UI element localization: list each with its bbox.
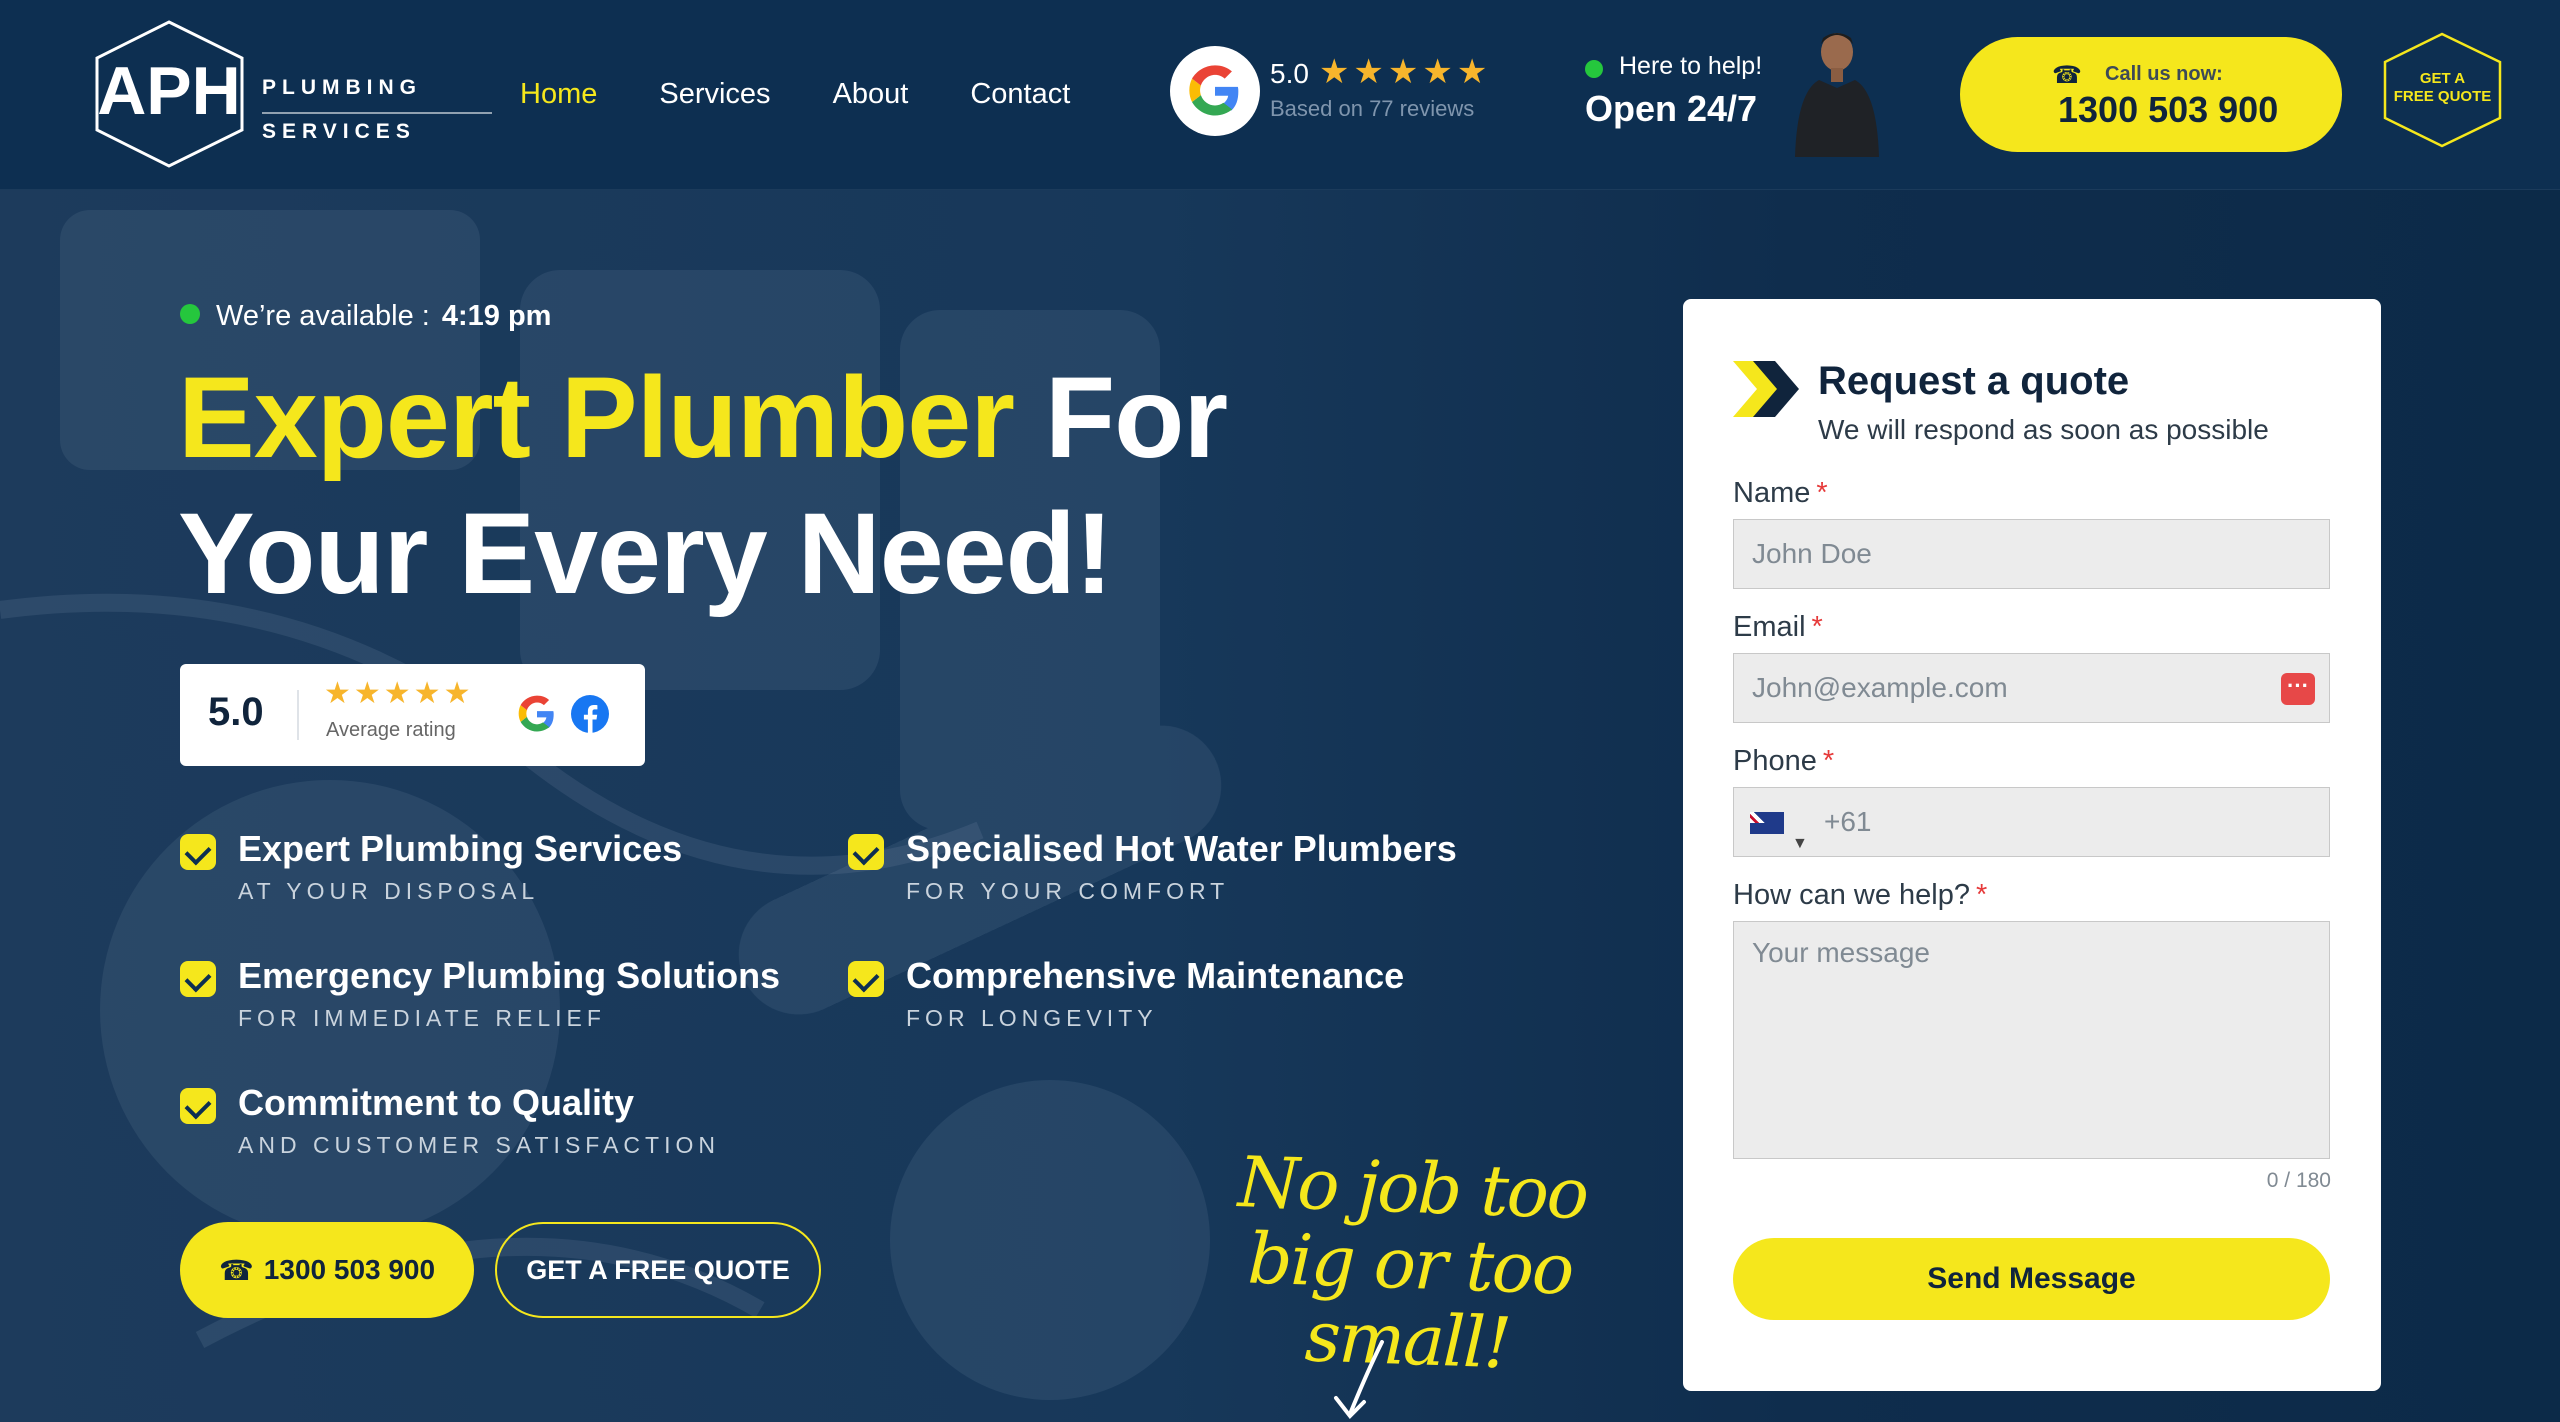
site-header: APH PLUMBING SERVICES Home Services Abou… xyxy=(0,0,2560,190)
google-rating: 5.0 ★★★★★ xyxy=(1270,52,1491,92)
checkbox-icon xyxy=(180,834,216,870)
availability-label: We’re available : xyxy=(216,300,430,332)
logo-divider xyxy=(262,112,492,114)
logo-hexagon: APH xyxy=(95,20,244,168)
form-subtitle: We will respond as soon as possible xyxy=(1818,414,2269,445)
free-quote-text: GET A FREE QUOTE xyxy=(2380,70,2505,106)
star-icons: ★★★★★ xyxy=(1318,53,1492,91)
call-number: 1300 503 900 xyxy=(2058,89,2279,130)
phone-label: Phone * xyxy=(1733,745,1835,777)
google-score: 5.0 xyxy=(1270,58,1309,89)
online-dot xyxy=(180,304,200,325)
hero-call-button[interactable]: ☎ 1300 503 900 xyxy=(180,1222,474,1318)
feature-subtitle: AND CUSTOMER SATISFACTION xyxy=(238,1132,720,1158)
call-label: Call us now: xyxy=(2105,63,2223,85)
headline-highlight: Expert Plumber xyxy=(178,354,1015,482)
nav-about[interactable]: About xyxy=(833,72,909,116)
logo-wordmark: PLUMBING SERVICES xyxy=(262,66,422,154)
checkbox-icon xyxy=(848,834,884,870)
feature-title: Commitment to Quality xyxy=(238,1082,635,1123)
free-quote-line1: GET A xyxy=(2419,70,2466,87)
main-nav: Home Services About Contact xyxy=(520,72,1070,116)
logo-line1: PLUMBING xyxy=(262,76,422,99)
rating-divider xyxy=(297,690,299,740)
phone-field[interactable]: ▼ +61 xyxy=(1733,787,2330,857)
logo[interactable]: APH PLUMBING SERVICES xyxy=(92,18,492,170)
phone-country-code: +61 xyxy=(1824,806,1872,837)
free-quote-line2: FREE QUOTE xyxy=(2393,88,2492,105)
hero-quote-button[interactable]: GET A FREE QUOTE xyxy=(495,1222,821,1318)
email-label: Email * xyxy=(1733,611,1823,643)
checkbox-icon xyxy=(848,961,884,997)
google-icon[interactable] xyxy=(517,694,557,734)
name-field[interactable]: John Doe xyxy=(1733,519,2330,589)
feature-title: Comprehensive Maintenance xyxy=(906,955,1405,996)
headline-part1: For xyxy=(1013,354,1228,482)
google-badge[interactable] xyxy=(1170,46,1260,136)
checkbox-icon xyxy=(180,961,216,997)
help-hours: Open 24/7 xyxy=(1585,88,1758,129)
availability-time: 4:19 pm xyxy=(441,300,552,332)
availability-status: We’re available : 4:19 pm xyxy=(180,300,551,333)
feature-title: Specialised Hot Water Plumbers xyxy=(906,828,1457,869)
hero-headline: Expert Plumber For Your Every Need! xyxy=(178,350,1228,622)
australia-flag-icon[interactable] xyxy=(1750,812,1784,834)
handwritten-tagline: No job too big or too small! xyxy=(1176,1141,1644,1386)
chevron-right-icon xyxy=(1733,361,1799,417)
rating-card: 5.0 ★★★★★ Average rating xyxy=(180,664,645,766)
nav-contact[interactable]: Contact xyxy=(970,72,1070,116)
feature-subtitle: FOR YOUR COMFORT xyxy=(906,878,1230,904)
checkbox-icon xyxy=(180,1088,216,1124)
name-label: Name * xyxy=(1733,477,1828,509)
plumber-avatar xyxy=(1795,33,1879,157)
online-dot xyxy=(1585,60,1603,78)
facebook-icon[interactable] xyxy=(571,695,609,733)
message-textarea[interactable]: Your message xyxy=(1733,921,2330,1159)
message-label: How can we help? * xyxy=(1733,879,1988,911)
send-message-button[interactable]: Send Message xyxy=(1733,1238,2330,1320)
arrow-down-icon xyxy=(1334,1340,1384,1420)
headline-part2: Your Every Need! xyxy=(178,490,1113,618)
google-review-count: Based on 77 reviews xyxy=(1270,96,1475,121)
tagline-line2: big or too small! xyxy=(1246,1217,1574,1385)
rating-score: 5.0 xyxy=(208,690,264,734)
feature-title: Emergency Plumbing Solutions xyxy=(238,955,781,996)
char-counter: 0 / 180 xyxy=(2266,1169,2331,1192)
password-manager-icon[interactable]: ··· xyxy=(2281,673,2315,705)
nav-services[interactable]: Services xyxy=(659,72,770,116)
star-icons: ★★★★★ xyxy=(324,677,474,710)
feature-subtitle: FOR LONGEVITY xyxy=(906,1005,1158,1031)
header-call-button[interactable]: ☎ Call us now: 1300 503 900 xyxy=(1960,37,2342,152)
caret-down-icon[interactable]: ▼ xyxy=(1792,810,1808,878)
free-quote-badge[interactable]: GET A FREE QUOTE xyxy=(2380,30,2505,150)
quote-form: Request a quote We will respond as soon … xyxy=(1683,299,2381,1391)
svg-text:APH: APH xyxy=(97,53,241,129)
email-field[interactable]: John@example.com ··· xyxy=(1733,653,2330,723)
logo-line2: SERVICES xyxy=(262,120,416,143)
form-title: Request a quote xyxy=(1818,359,2130,403)
phone-icon: ☎ xyxy=(2052,62,2082,89)
phone-icon: ☎ xyxy=(218,1254,254,1286)
hero-call-number: 1300 503 900 xyxy=(263,1254,436,1285)
help-label: Here to help! xyxy=(1619,52,1763,80)
google-icon xyxy=(1189,65,1239,116)
nav-home[interactable]: Home xyxy=(520,72,597,116)
feature-subtitle: FOR IMMEDIATE RELIEF xyxy=(238,1005,606,1031)
rating-caption: Average rating xyxy=(326,719,456,741)
feature-title: Expert Plumbing Services xyxy=(238,828,683,869)
feature-subtitle: AT YOUR DISPOSAL xyxy=(238,878,540,904)
email-placeholder: John@example.com xyxy=(1752,672,2008,703)
